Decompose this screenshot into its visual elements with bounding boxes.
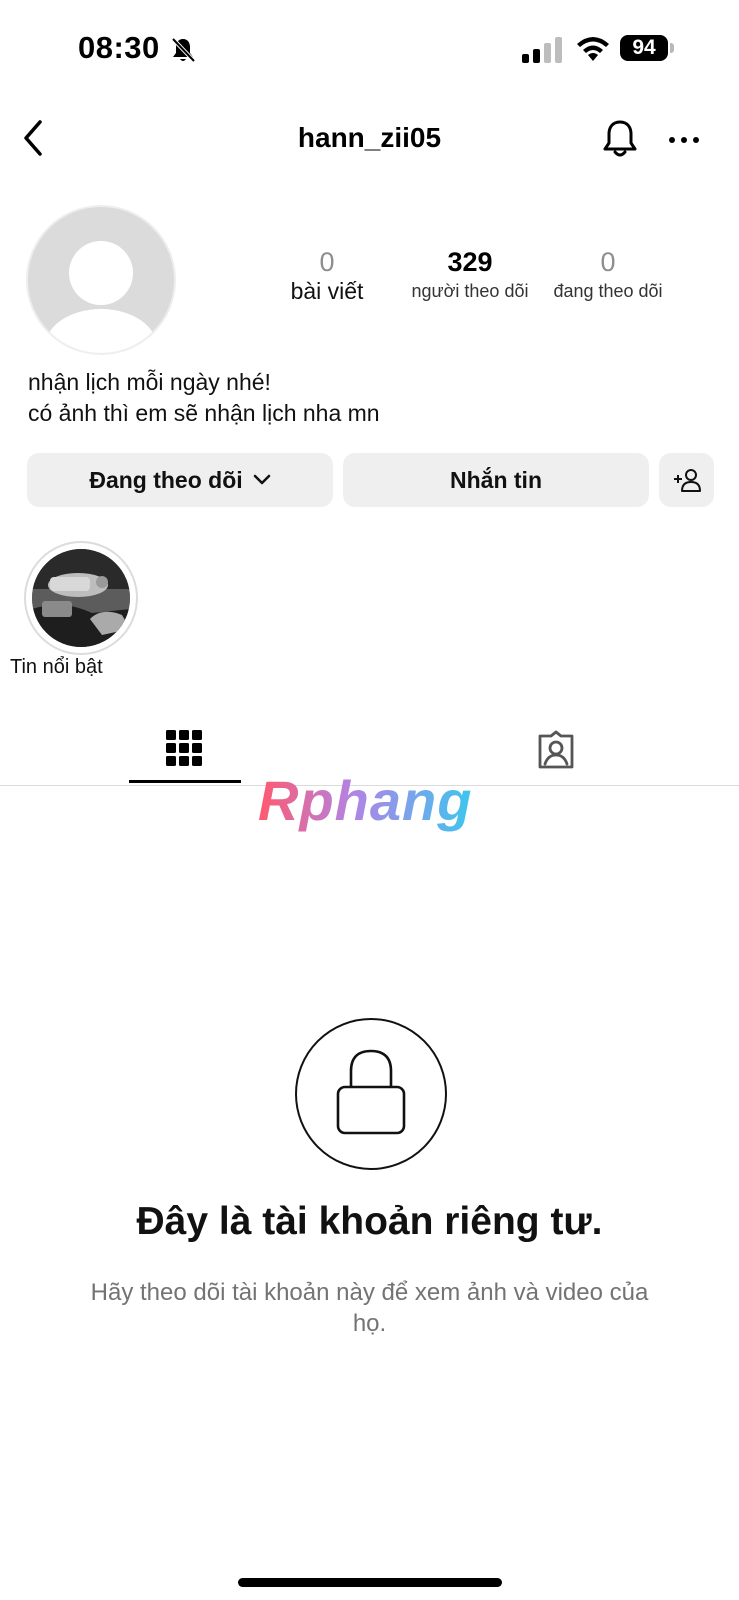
battery-level: 94 [620, 35, 668, 61]
followers-label: người theo dõi [411, 281, 529, 301]
tagged-person-icon [538, 730, 574, 769]
message-button-label: Nhắn tin [450, 466, 542, 493]
grid-icon [166, 730, 202, 766]
following-button-label: Đang theo dõi [89, 466, 243, 493]
posts-label: bài viết [290, 278, 364, 304]
tab-tagged[interactable] [520, 722, 592, 780]
battery-icon: 94 [620, 35, 676, 63]
following-label: đang theo dõi [553, 281, 663, 301]
bell-icon[interactable] [600, 118, 640, 160]
story-highlight[interactable] [24, 541, 138, 655]
highlight-cover-image [32, 549, 130, 647]
default-avatar-icon [45, 241, 157, 353]
bell-slash-icon [171, 37, 196, 63]
avatar[interactable] [28, 207, 174, 353]
chevron-down-icon [253, 474, 270, 485]
bio-line: có ảnh thì em sẽ nhận lịch nha mn [28, 400, 380, 426]
private-account-subtitle: Hãy theo dõi tài khoản này để xem ảnh và… [90, 1279, 649, 1337]
followers-count: 329 [447, 247, 493, 277]
profile-bio: nhận lịch mỗi ngày nhé! có ảnh thì em sẽ… [28, 367, 380, 429]
tab-posts-grid[interactable] [128, 722, 240, 780]
highlight-label: Tin nổi bật [10, 656, 103, 678]
add-user-icon [673, 469, 701, 492]
more-horizontal-icon[interactable] [666, 128, 702, 152]
status-time: 08:30 [78, 30, 160, 65]
lock-badge [295, 1018, 447, 1170]
home-indicator[interactable] [238, 1578, 502, 1587]
watermark: Rphang [258, 769, 473, 832]
following-button[interactable]: Đang theo dõi [27, 453, 333, 507]
lock-icon [336, 1049, 406, 1135]
posts-count: 0 [319, 247, 335, 277]
private-account-title: Đây là tài khoản riêng tư. [136, 1200, 603, 1243]
cellular-signal-icon [522, 37, 562, 63]
stat-following[interactable]: 0 đang theo dõi [538, 247, 678, 303]
wifi-icon [577, 37, 609, 61]
message-button[interactable]: Nhắn tin [343, 453, 649, 507]
following-count: 0 [600, 247, 616, 277]
stat-followers[interactable]: 329 người theo dõi [400, 247, 540, 303]
bio-line: nhận lịch mỗi ngày nhé! [28, 369, 271, 395]
add-user-button[interactable] [659, 453, 714, 507]
active-tab-indicator [129, 780, 241, 783]
stat-posts: 0 bài viết [282, 247, 372, 303]
